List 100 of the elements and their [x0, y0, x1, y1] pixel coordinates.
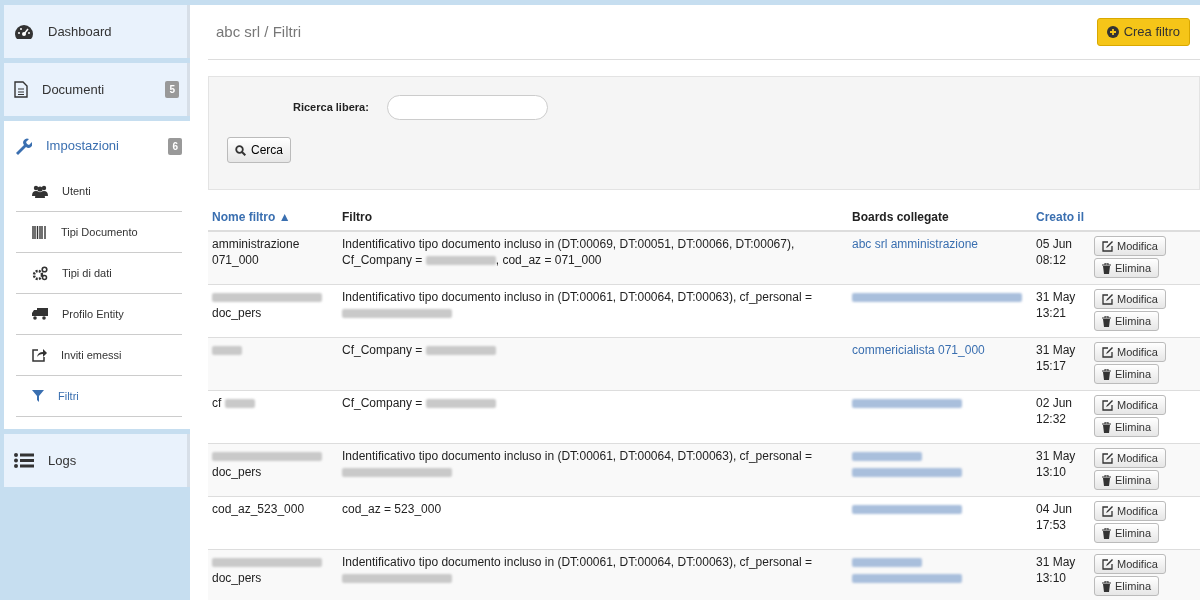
- filter-name: doc_pers: [212, 465, 262, 479]
- search-button[interactable]: Cerca: [227, 137, 291, 163]
- board-link[interactable]: abc srl amministrazione: [852, 237, 979, 251]
- submenu-label: Inviti emessi: [61, 347, 122, 363]
- filter-expression: Indentificativo tipo documento incluso in (DT:00069, DT:00051, DT:00066, DT:00067), Cf_Company = , cod_az = 071_000: [342, 236, 796, 268]
- created-date: 02 Jun: [1036, 396, 1073, 410]
- filter-name: 071_000: [212, 253, 259, 267]
- sidebar-label: Documenti: [42, 80, 105, 99]
- edit-icon: [1102, 346, 1113, 358]
- edit-button[interactable]: Modifica: [1094, 448, 1166, 468]
- created-date: 31 May: [1036, 290, 1076, 304]
- created-date: 08:12: [1036, 253, 1067, 267]
- trash-icon: [1102, 474, 1111, 486]
- edit-button[interactable]: Modifica: [1094, 554, 1166, 574]
- sidebar-item-background[interactable]: Documenti 5: [4, 63, 190, 116]
- submenu-label: Utenti: [62, 183, 91, 199]
- document-icon: [14, 81, 28, 98]
- delete-button[interactable]: Elimina: [1094, 576, 1160, 596]
- filter-expression: Indentificativo tipo documento incluso in (DT:00061, DT:00064, DT:00063), cf_personal =: [342, 554, 844, 586]
- submenu-item-row[interactable]: Utenti: [16, 171, 182, 212]
- edit-icon: [1102, 399, 1113, 411]
- submenu-label: Profilo Entity: [62, 306, 124, 322]
- filter-name: cod_az_523_000: [212, 502, 305, 516]
- created-date: 04 Jun: [1036, 502, 1073, 516]
- delete-button[interactable]: Elimina: [1094, 364, 1160, 384]
- gauge-icon: [14, 23, 34, 40]
- filter-expression: Indentificativo tipo documento incluso in (DT:00061, DT:00064, DT:00063), cf_personal =: [342, 448, 844, 480]
- edit-icon: [1102, 240, 1113, 252]
- column-header[interactable]: Nome filtro ▲: [212, 210, 291, 224]
- submenu-item-row[interactable]: Filtri: [16, 376, 182, 417]
- trash-icon: [1102, 262, 1111, 274]
- edit-button[interactable]: Modifica: [1094, 289, 1166, 309]
- search-field[interactable]: [386, 95, 548, 120]
- created-date: 31 May: [1036, 449, 1076, 463]
- users-icon: [32, 184, 48, 198]
- board-link[interactable]: commericialista 071_000: [852, 343, 985, 357]
- filter-name: doc_pers: [212, 571, 262, 585]
- list-icon: [14, 453, 34, 468]
- plus-circle-icon: [1106, 26, 1119, 38]
- submenu-label: Tipi di dati: [62, 265, 112, 281]
- edit-icon: [1102, 505, 1113, 517]
- create-filter-button[interactable]: Crea filtro: [1096, 18, 1190, 46]
- edit-button[interactable]: Modifica: [1094, 395, 1166, 415]
- edit-icon: [1102, 558, 1113, 570]
- filter-expression: Cf_Company =: [342, 342, 844, 358]
- submenu-item-row[interactable]: Tipi Documento: [16, 212, 182, 253]
- edit-icon: [1102, 293, 1113, 305]
- filter-name: doc_pers: [212, 306, 262, 320]
- submenu-item-row[interactable]: Tipi di dati: [16, 253, 182, 294]
- submenu-label: Tipi Documento: [61, 224, 138, 240]
- delete-button[interactable]: Elimina: [1094, 523, 1160, 543]
- truck-icon: [32, 308, 48, 320]
- sidebar-item-background[interactable]: Dashboard: [4, 5, 190, 58]
- delete-button[interactable]: Elimina: [1094, 311, 1160, 331]
- created-date: 13:10: [1036, 571, 1067, 585]
- sidebar-label: Logs: [48, 451, 77, 470]
- edit-button[interactable]: Modifica: [1094, 236, 1166, 256]
- submenu-item-row[interactable]: Inviti emessi: [16, 335, 182, 376]
- trash-icon: [1102, 368, 1111, 380]
- search-label: Ricerca libera:: [293, 100, 369, 116]
- filter-expression: cod_az = 523_000: [342, 501, 443, 517]
- filter-expression: Cf_Company =: [342, 395, 844, 411]
- sidebar-label: Dashboard: [48, 22, 112, 41]
- wrench-icon: [14, 137, 32, 155]
- edit-button[interactable]: Modifica: [1094, 501, 1166, 521]
- gears-icon: [32, 265, 48, 281]
- created-date: 12:32: [1036, 412, 1067, 426]
- trash-icon: [1102, 421, 1111, 433]
- trash-icon: [1102, 527, 1111, 539]
- filter-expression: Indentificativo tipo documento incluso in (DT:00061, DT:00064, DT:00063), cf_personal =: [342, 289, 844, 321]
- column-header[interactable]: Creato il: [1036, 210, 1084, 224]
- sidebar-item-background[interactable]: Impostazioni 6: [4, 121, 190, 171]
- created-date: 15:17: [1036, 359, 1067, 373]
- filter-name: cf: [212, 396, 255, 410]
- sidebar-item-background[interactable]: Logs: [4, 434, 190, 487]
- created-date: 31 May: [1036, 343, 1076, 357]
- share-icon: [32, 348, 47, 362]
- filter-icon: [32, 390, 44, 402]
- column-header: Boards collegate: [852, 210, 949, 224]
- created-date: 31 May: [1036, 555, 1076, 569]
- trash-icon: [1102, 580, 1111, 592]
- delete-button[interactable]: Elimina: [1094, 258, 1160, 278]
- search-icon: [235, 144, 246, 156]
- breadcrumb: abc srl / Filtri: [216, 21, 301, 42]
- count-badge: 6: [168, 137, 182, 155]
- trash-icon: [1102, 315, 1111, 327]
- delete-button[interactable]: Elimina: [1094, 417, 1160, 437]
- submenu-item-row[interactable]: Profilo Entity: [16, 294, 182, 335]
- count-badge: 5: [165, 81, 179, 98]
- edit-button[interactable]: Modifica: [1094, 342, 1166, 362]
- created-date: 13:21: [1036, 306, 1067, 320]
- edit-icon: [1102, 452, 1113, 464]
- created-date: 05 Jun: [1036, 237, 1073, 251]
- filter-name: amministrazione: [212, 237, 300, 251]
- column-header: Filtro: [342, 210, 372, 224]
- created-date: 13:10: [1036, 465, 1067, 479]
- created-date: 17:53: [1036, 518, 1067, 532]
- sidebar-label: Impostazioni: [46, 137, 119, 156]
- submenu-label: Filtri: [58, 388, 79, 404]
- delete-button[interactable]: Elimina: [1094, 470, 1160, 490]
